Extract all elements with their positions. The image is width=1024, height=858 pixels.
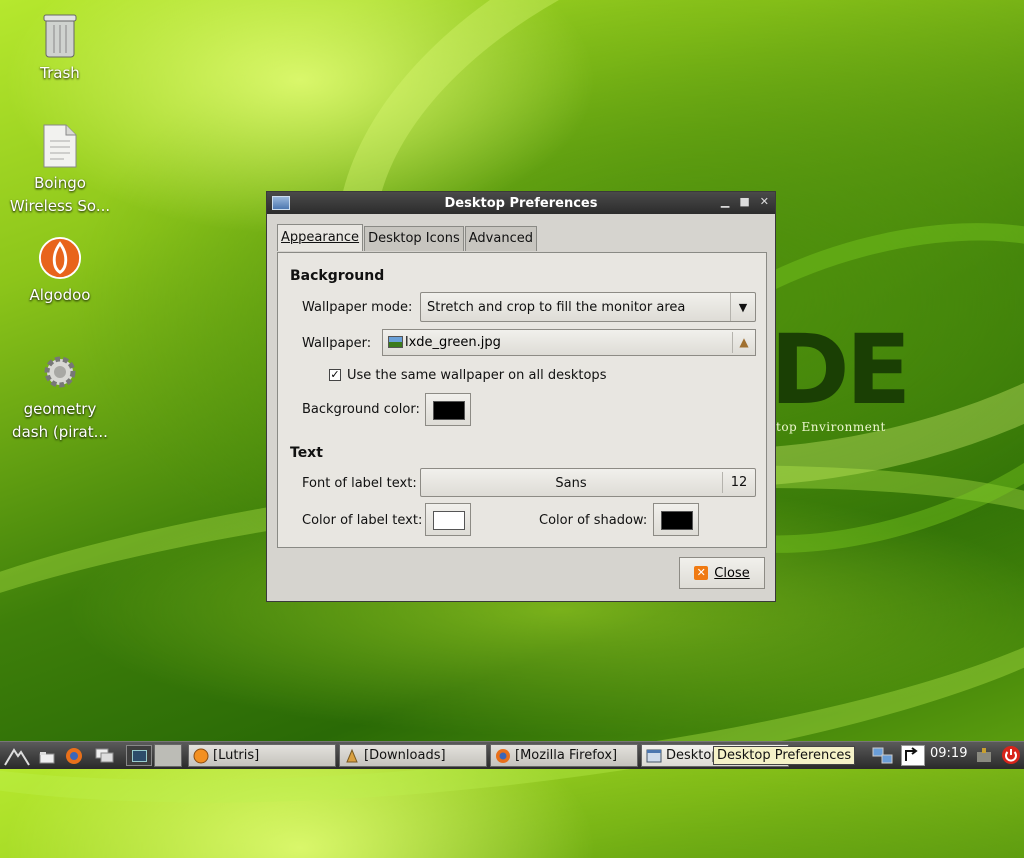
image-file-icon [388,336,403,348]
document-icon [38,122,82,170]
chevron-down-icon: ▼ [730,293,755,321]
window-icon [646,749,662,762]
wallpaper-mode-value: Stretch and crop to fill the monitor are… [427,300,686,315]
appearance-panel: Background Wallpaper mode: Stretch and c… [277,252,767,548]
close-button[interactable]: ✕ Close [679,557,765,589]
background-color-swatch [433,401,465,420]
task-label: [Mozilla Firefox] [515,748,618,763]
logout-arrow-icon[interactable] [901,745,925,766]
same-wallpaper-label: Use the same wallpaper on all desktops [347,368,607,383]
shadow-color-swatch [661,511,693,530]
taskbar-tooltip: Desktop Preferences [713,746,856,765]
background-section-heading: Background [290,268,385,284]
tab-appearance[interactable]: Appearance [277,224,364,251]
desktop-icon-boingo[interactable]: Boingo Wireless So... [0,122,120,218]
desktop-icon-trash[interactable]: Trash [0,12,120,85]
clock[interactable]: 09:19 [930,746,967,761]
tab-advanced[interactable]: Advanced [464,226,537,251]
firefox-icon [496,748,510,763]
close-icon: ✕ [694,566,709,580]
text-section-heading: Text [290,445,323,461]
task-downloads[interactable]: [Downloads] [339,744,487,767]
label-color-button[interactable] [425,503,471,536]
shadow-color-label: Color of shadow: [539,513,648,528]
desktop-icon-label: Algodoo [29,286,91,304]
network-icon[interactable] [872,746,894,766]
desktop-icon-label: Trash [40,64,80,82]
algodoo-icon [38,234,82,282]
close-button-label: Close [714,565,750,581]
open-folder-icon: ▲ [732,332,755,353]
wallpaper-subtitle: top Environment [776,420,886,434]
minimize-icon[interactable]: ▁ [721,195,729,208]
taskbar: [Lutris] [Downloads] [Mozilla Firefox] D… [0,741,1024,769]
font-name: Sans [555,476,587,491]
volume-icon[interactable] [974,746,994,766]
power-icon[interactable] [1001,745,1021,765]
wallpaper-mode-label: Wallpaper mode: [302,300,413,315]
trash-icon [38,12,82,60]
desktop-icon-label: geometry dash (pirat... [12,400,108,441]
desktop-icon-geometry-dash[interactable]: geometry dash (pirat... [0,348,120,444]
dialog-titlebar[interactable]: Desktop Preferences ▁ ■ ✕ [267,192,775,214]
desktop-icon-label: Boingo Wireless So... [9,174,111,215]
background-color-label: Background color: [302,402,420,417]
wallpaper-logo: DE [770,314,911,426]
wallpaper-filename: lxde_green.jpg [405,335,501,350]
wallpaper-mode-select[interactable]: Stretch and crop to fill the monitor are… [420,292,756,322]
tab-desktop-icons[interactable]: Desktop Icons [364,226,464,251]
task-label: [Lutris] [213,748,260,763]
task-label: [Downloads] [364,748,446,763]
same-wallpaper-checkbox[interactable]: ✓ [329,369,341,381]
desktop-icon-algodoo[interactable]: Algodoo [0,234,120,307]
desktop-preferences-dialog: Desktop Preferences ▁ ■ ✕ Appearance Des… [266,191,776,602]
firefox-icon[interactable] [64,746,84,766]
wallpaper-file-chooser[interactable]: lxde_green.jpg ▲ [382,329,756,356]
workspace-pager[interactable] [126,745,152,766]
dialog-title: Desktop Preferences [444,195,598,211]
task-firefox[interactable]: [Mozilla Firefox] [490,744,638,767]
close-icon[interactable]: ✕ [760,195,769,208]
label-color-swatch [433,511,465,530]
shadow-color-button[interactable] [653,503,699,536]
label-color-label: Color of label text: [302,513,423,528]
lxde-menu-icon[interactable] [4,746,30,766]
task-label: Desktop [666,748,720,763]
font-size: 12 [722,472,755,493]
show-desktop-icon[interactable] [94,746,114,766]
file-manager-icon[interactable] [38,746,58,766]
workspace-pager-2[interactable] [154,744,182,767]
task-lutris[interactable]: [Lutris] [188,744,336,767]
gear-icon [38,348,82,396]
folder-icon [346,748,358,762]
font-label: Font of label text: [302,476,417,491]
lutris-icon [193,748,209,763]
maximize-icon[interactable]: ■ [739,195,749,208]
font-button[interactable]: Sans 12 [420,468,756,497]
background-color-button[interactable] [425,393,471,426]
wallpaper-label: Wallpaper: [302,336,372,351]
